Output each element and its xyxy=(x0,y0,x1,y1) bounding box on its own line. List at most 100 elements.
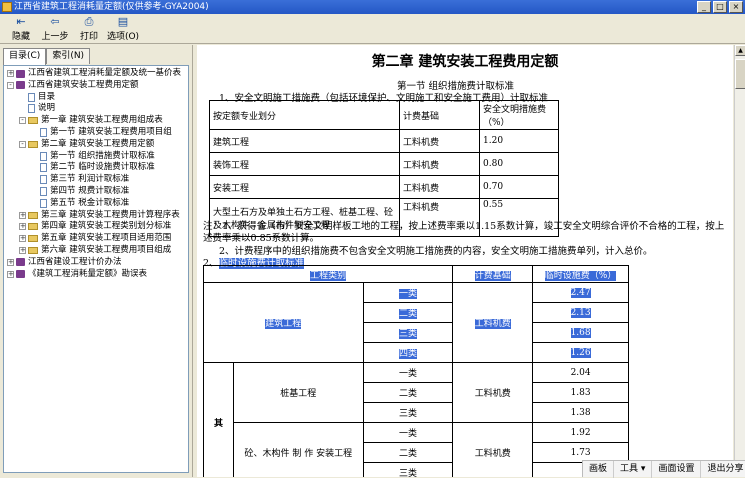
table-row: 建筑工程 工料机费 1.20 xyxy=(209,129,559,153)
tree-item[interactable]: + 《建筑工程消耗量定额》勘误表 xyxy=(7,269,147,280)
table-cell: 三类 xyxy=(362,322,454,343)
tree-item[interactable]: 第三节 利润计取标准 xyxy=(31,174,129,185)
expand-icon[interactable]: + xyxy=(19,211,26,219)
table-cell: 1.26 xyxy=(532,342,629,363)
header-cell: 临时设施费（%） xyxy=(532,265,629,283)
tree-item-label: 第二节 临时设施费计取标准 xyxy=(50,162,155,173)
contents-tree: + 江西省建筑工程消耗量定额及统一基价表 - 江西省建筑安装工程费用定额 目录 说明 - 第一… xyxy=(3,65,189,473)
minimize-button[interactable]: _ xyxy=(697,1,711,13)
back-icon: ⇦ xyxy=(50,15,60,28)
header-cell: 计费基础 xyxy=(399,100,480,130)
chevron-down-icon: ▾ xyxy=(640,463,646,474)
page-icon xyxy=(40,151,47,161)
base-cell: 工料机费 xyxy=(452,422,534,477)
tree-item[interactable]: - 第一章 建筑安装工程费用组成表 xyxy=(19,115,163,126)
rate-value: 1.68 xyxy=(570,327,591,338)
tree-item-label: 第四章 建筑安装工程类别划分标准 xyxy=(41,221,172,232)
window-title-bar: 江西省建筑工程消耗量定额(仅供参考-GYA2004) _ □ × xyxy=(0,0,745,14)
folder-icon xyxy=(28,211,38,219)
maximize-button[interactable]: □ xyxy=(713,1,727,13)
tab-contents[interactable]: 目录(C) xyxy=(3,48,47,65)
document-pane: 第二章 建筑安装工程费用定额 第一节 组织措施费计取标准 1、安全文明施工措施费… xyxy=(197,45,733,477)
table-row: 安装工程 工料机费 0.70 xyxy=(209,175,559,199)
group-name-cell: 建筑工程 xyxy=(203,282,364,363)
book-icon xyxy=(16,258,25,267)
class-label: 三类 xyxy=(398,329,417,339)
tab-index[interactable]: 索引(N) xyxy=(46,48,91,64)
folder-icon xyxy=(28,247,38,254)
folder-icon xyxy=(28,117,38,125)
table-cell: 二类 xyxy=(362,442,454,463)
tree-item[interactable]: 说明 xyxy=(19,103,55,114)
page-icon xyxy=(40,128,47,137)
tree-item[interactable]: + 第四章 建筑安装工程类别划分标准 xyxy=(19,221,171,232)
print-button[interactable]: ⎙ 打印 xyxy=(72,14,106,44)
window-controls: _ □ × xyxy=(697,1,743,13)
tree-item[interactable]: + 第三章 建筑安装工程费用计算程序表 xyxy=(19,210,180,221)
tree-item-label: 第五章 建筑安装工程项目适用范围 xyxy=(41,233,172,244)
table-header-row: 按定额专业划分 计费基础 安全文明措施费（%） xyxy=(209,100,559,130)
page-icon xyxy=(40,198,47,208)
table-cell: 2.13 xyxy=(532,302,629,323)
tree-item[interactable]: 第五节 税金计取标准 xyxy=(31,198,129,209)
tree-item[interactable]: + 江西省建设工程计价办法 xyxy=(7,257,122,268)
expand-icon[interactable]: + xyxy=(19,247,26,254)
tree-item[interactable]: - 第二章 建筑安装工程费用定额 xyxy=(19,139,154,150)
back-button[interactable]: ⇦ 上一步 xyxy=(38,14,72,44)
page-icon xyxy=(40,163,47,173)
screen-settings-button[interactable]: 画面设置 xyxy=(652,460,702,478)
scroll-thumb[interactable] xyxy=(735,59,745,89)
book-icon xyxy=(16,270,25,279)
tree-item-label: 说明 xyxy=(38,103,56,114)
page-icon xyxy=(40,187,47,196)
table-cell: 2.04 xyxy=(532,362,629,383)
table-cell: 2.47 xyxy=(532,282,629,303)
expand-icon[interactable]: + xyxy=(7,70,14,77)
options-button[interactable]: ▤ 选项(O) xyxy=(106,14,140,44)
tree-item-label: 第一节 建筑安装工程费用项目组 xyxy=(50,127,172,137)
expand-icon[interactable]: + xyxy=(7,270,14,278)
table-cell: 装饰工程 xyxy=(209,152,400,176)
tools-button[interactable]: 工具 ▾ xyxy=(614,460,653,478)
tree-item[interactable]: 第二节 临时设施费计取标准 xyxy=(31,162,155,173)
expand-icon[interactable]: + xyxy=(19,235,26,243)
hide-label: 隐藏 xyxy=(11,32,30,42)
expand-icon[interactable]: + xyxy=(19,223,26,231)
tree-item[interactable]: + 第五章 建筑安装工程项目适用范围 xyxy=(19,233,171,244)
tree-item-label: 第一章 建筑安装工程费用组成表 xyxy=(41,115,163,126)
table-cell: 一类 xyxy=(362,282,454,303)
tree-item[interactable]: - 江西省建筑安装工程费用定额 xyxy=(7,80,139,91)
expand-icon[interactable]: + xyxy=(7,258,14,266)
tree-item[interactable]: 目录 xyxy=(19,92,55,103)
tree-item[interactable]: 第一节 组织措施费计取标准 xyxy=(31,151,155,162)
table-cell: 1.92 xyxy=(532,422,629,443)
collapse-icon[interactable]: - xyxy=(19,140,26,148)
close-button[interactable]: × xyxy=(729,1,743,13)
vertical-scrollbar[interactable]: ▲ xyxy=(734,45,745,477)
table-cell: 一类 xyxy=(362,422,454,443)
collapse-icon[interactable]: - xyxy=(19,117,26,125)
sidebar: 目录(C) 索引(N) + 江西省建筑工程消耗量定额及统一基价表 - 江西省建筑安装工… xyxy=(0,45,193,477)
table-cell: 二类 xyxy=(362,382,454,403)
table-row: 装饰工程 工料机费 0.80 xyxy=(209,152,559,176)
sidebar-tabs: 目录(C) 索引(N) xyxy=(3,48,91,65)
table-cell: 四类 xyxy=(362,342,454,363)
tree-item[interactable]: 第四节 规费计取标准 xyxy=(31,186,129,197)
tree-item[interactable]: 第一节 建筑安装工程费用项目组 xyxy=(31,127,172,138)
table-cell: 三类 xyxy=(362,402,454,423)
tree-item[interactable]: + 第六章 建筑安装工程费用项目组成 xyxy=(19,245,171,256)
tree-item-label: 第二章 建筑安装工程费用定额 xyxy=(41,138,155,149)
print-label: 打印 xyxy=(79,32,98,42)
hide-button[interactable]: ⇤ 隐藏 xyxy=(4,14,38,44)
table-cell: 1.38 xyxy=(532,402,629,423)
tree-item[interactable]: + 江西省建筑工程消耗量定额及统一基价表 xyxy=(7,68,181,79)
header-text: 临时设施费（%） xyxy=(544,270,617,281)
folder-icon xyxy=(28,235,38,243)
whiteboard-button[interactable]: 画板 xyxy=(583,460,615,478)
exit-share-button[interactable]: 退出分享 xyxy=(701,461,745,478)
tree-item-label: 目录 xyxy=(38,91,56,102)
scroll-up-icon[interactable]: ▲ xyxy=(735,45,745,56)
tree-item-label: 第三章 建筑安装工程费用计算程序表 xyxy=(41,209,180,220)
safety-fee-table: 按定额专业划分 计费基础 安全文明措施费（%） 建筑工程 工料机费 1.20 装… xyxy=(209,100,559,237)
collapse-icon[interactable]: - xyxy=(7,81,14,89)
